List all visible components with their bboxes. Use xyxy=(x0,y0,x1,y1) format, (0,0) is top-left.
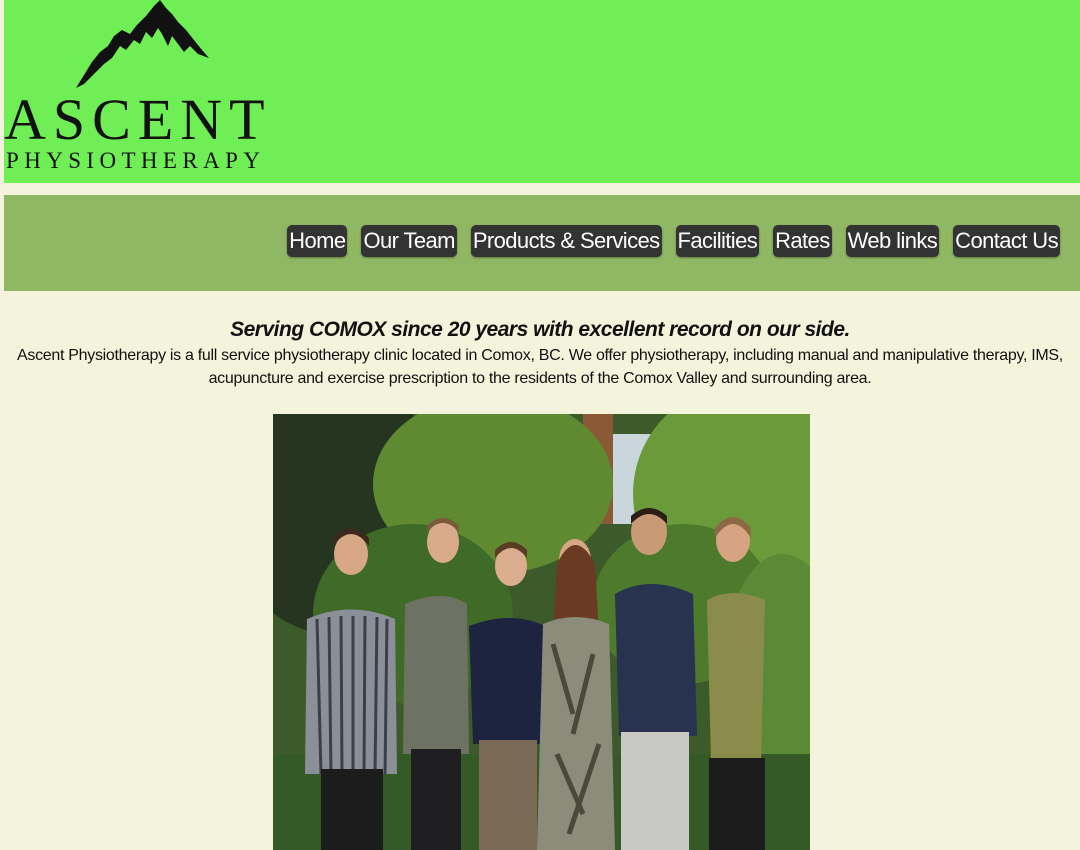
nav-contact-us[interactable]: Contact Us xyxy=(953,225,1060,257)
nav-web-links[interactable]: Web links xyxy=(845,225,940,257)
mountain-icon xyxy=(76,0,209,88)
page: ASCENT PHYSIOTHERAPY Home Our Team Produ… xyxy=(0,0,1080,850)
main-content: Serving COMOX since 20 years with excell… xyxy=(0,316,1080,390)
nav-rates[interactable]: Rates xyxy=(773,225,832,257)
nav-list: Home Our Team Products & Services Facili… xyxy=(287,225,1060,257)
nav-our-team[interactable]: Our Team xyxy=(361,225,457,257)
intro-paragraph: Ascent Physiotherapy is a full service p… xyxy=(17,347,1063,387)
logo-subtitle: PHYSIOTHERAPY xyxy=(6,148,266,173)
site-logo[interactable]: ASCENT PHYSIOTHERAPY xyxy=(4,0,274,180)
team-photo-illustration xyxy=(273,414,810,850)
page-tagline: Serving COMOX since 20 years with excell… xyxy=(230,318,850,341)
team-photo xyxy=(273,414,810,850)
nav-home[interactable]: Home xyxy=(287,225,348,257)
site-header: ASCENT PHYSIOTHERAPY xyxy=(4,0,1080,183)
logo-title: ASCENT xyxy=(4,87,272,152)
nav-products-services[interactable]: Products & Services xyxy=(470,225,662,257)
main-navigation: Home Our Team Products & Services Facili… xyxy=(4,195,1080,291)
nav-facilities[interactable]: Facilities xyxy=(675,225,760,257)
